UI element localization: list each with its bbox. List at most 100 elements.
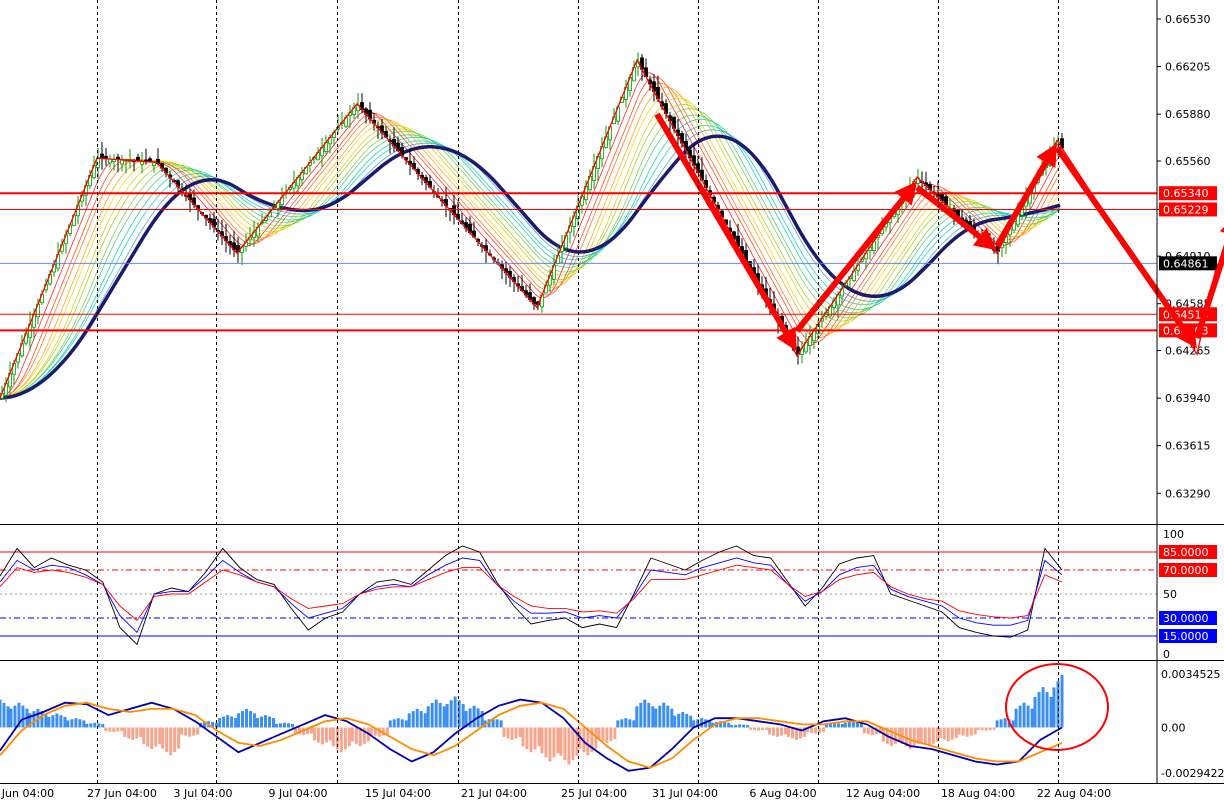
- macd-tick-label: 0.00: [1161, 721, 1186, 734]
- macd-histogram-bar: [961, 727, 965, 736]
- x-tick-label: Jun 04:00: [1, 787, 54, 800]
- macd-histogram-bar: [249, 711, 253, 728]
- x-axis: Jun 04:00 27 Jun 04:00 3 Jul 04:00 9 Jul 04…: [1, 787, 1111, 800]
- price-panel: 0.665300.662050.658800.655600.652290.649…: [0, 13, 1224, 500]
- macd-histogram-bar: [226, 715, 230, 728]
- macd-histogram-bar: [495, 719, 499, 728]
- ribbon-ma-line: [0, 129, 1061, 399]
- macd-histogram-bar: [241, 711, 245, 728]
- macd-histogram-bar: [438, 702, 442, 728]
- osc-line: [0, 545, 1063, 646]
- macd-histogram-bar: [742, 724, 746, 728]
- macd-histogram-bar: [264, 715, 267, 728]
- osc-line: [0, 557, 1063, 634]
- macd-histogram-bar: [809, 727, 813, 733]
- x-tick-label: 3 Jul 04:00: [174, 787, 233, 800]
- macd-histogram-bar: [753, 727, 757, 731]
- osc-tick-label: 100: [1163, 528, 1184, 541]
- macd-histogram-bar: [518, 727, 522, 737]
- macd-histogram-bar: [836, 723, 840, 728]
- macd-histogram-bar: [537, 727, 541, 747]
- y-tick-label: 0.64265: [1165, 345, 1211, 358]
- macd-histogram-bar: [188, 727, 192, 737]
- slow-ma-line: [0, 134, 1061, 400]
- macd-histogram-bar: [840, 723, 844, 728]
- macd-histogram-bar: [544, 727, 548, 758]
- macd-histogram-bar: [662, 702, 666, 728]
- macd-histogram-bar: [146, 727, 150, 747]
- macd-histogram-bar: [331, 727, 335, 747]
- macd-histogram-bar: [969, 727, 973, 736]
- osc-level-label: 70.0000: [1163, 564, 1209, 577]
- macd-histogram-bar: [813, 727, 817, 734]
- macd-histogram-bar: [666, 705, 670, 728]
- macd-histogram-bar: [510, 727, 514, 740]
- forex-chart[interactable]: 0.665300.662050.658800.655600.652290.649…: [0, 0, 1224, 800]
- macd-histogram-bar: [407, 713, 411, 728]
- macd-histogram-bar: [150, 727, 154, 750]
- macd-histogram-bar: [423, 713, 427, 728]
- macd-histogram-bar: [632, 720, 636, 728]
- x-tick-label: 21 Jul 04:00: [461, 787, 527, 800]
- macd-histogram-bar: [142, 727, 146, 744]
- macd-histogram-bar: [392, 719, 396, 728]
- x-tick-label: 27 Jun 04:00: [87, 787, 157, 800]
- macd-histogram-bar: [681, 711, 685, 728]
- macd-histogram-bar: [154, 727, 158, 747]
- macd-histogram-bar: [893, 727, 897, 744]
- macd-histogram-bar: [525, 727, 529, 750]
- y-tick-label: 0.63615: [1165, 440, 1211, 453]
- macd-histogram-bar: [559, 727, 563, 756]
- ribbon-ma-line: [0, 108, 1061, 399]
- trend-arrow-up-shaft: [794, 196, 906, 333]
- macd-histogram-bar: [78, 719, 82, 728]
- ribbon-ma-line: [0, 103, 1061, 399]
- x-tick-label: 15 Jul 04:00: [365, 787, 431, 800]
- macd-histogram-bar: [1045, 692, 1049, 728]
- macd-histogram-bar: [89, 723, 93, 728]
- macd-histogram-bar: [256, 718, 259, 728]
- macd-histogram-bar: [620, 719, 624, 728]
- macd-histogram-bar: [93, 722, 97, 728]
- macd-histogram-bar: [776, 727, 780, 737]
- trend-arrow-down-shaft: [1054, 146, 1187, 333]
- macd-histogram-bar: [784, 727, 788, 735]
- y-tick-label: 0.63290: [1165, 487, 1211, 500]
- macd-histogram-bar: [654, 708, 658, 728]
- macd-histogram-bar: [685, 713, 689, 728]
- osc-line: [0, 564, 1063, 622]
- macd-histogram-bar: [112, 727, 116, 733]
- macd-histogram-bar: [192, 727, 196, 736]
- macd-histogram-bar: [442, 706, 446, 728]
- macd-histogram-bar: [415, 708, 419, 728]
- macd-histogram-bar: [268, 716, 271, 728]
- ribbon-ma-line: [0, 82, 1061, 399]
- macd-histogram-bar: [253, 713, 257, 728]
- macd-histogram-bar: [234, 718, 238, 728]
- trend-arrow-up-head: [1219, 226, 1224, 233]
- ribbon-ma-line: [0, 125, 1061, 399]
- macd-histogram-bar: [180, 727, 184, 735]
- macd-histogram-bar: [312, 727, 316, 741]
- x-tick-label: 12 Aug 04:00: [846, 787, 920, 800]
- macd-histogram-bar: [1041, 687, 1045, 728]
- ribbon-ma-line: [0, 72, 1061, 399]
- macd-histogram-bar: [1014, 708, 1018, 728]
- macd-histogram-bar: [605, 727, 609, 743]
- macd-histogram-bar: [161, 727, 165, 749]
- trend-arrow-down-shaft: [654, 112, 789, 334]
- macd-histogram-bar: [388, 720, 392, 728]
- macd-histogram-bar: [506, 727, 510, 739]
- macd-histogram-bar: [108, 727, 112, 732]
- y-tick-label: 0.66530: [1165, 13, 1211, 26]
- macd-tick-label: -0.0029422: [1161, 767, 1224, 780]
- macd-histogram-bar: [1060, 674, 1064, 728]
- macd-histogram-bar: [552, 727, 556, 758]
- macd-histogram-bar: [533, 727, 537, 750]
- macd-tick-label: 0.0034525: [1161, 668, 1221, 681]
- macd-histogram-bar: [21, 705, 25, 728]
- macd-histogram-bar: [957, 727, 961, 735]
- macd-histogram-bar: [461, 703, 465, 728]
- macd-histogram-bar: [651, 706, 655, 728]
- macd-histogram-bar: [70, 719, 74, 728]
